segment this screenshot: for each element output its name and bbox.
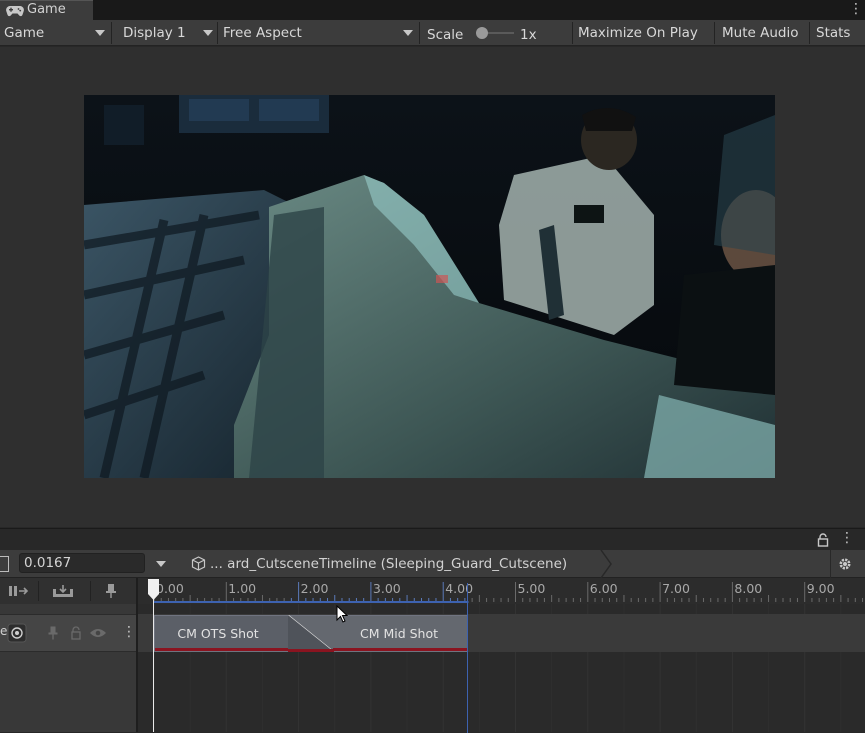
stats-button[interactable]: Stats [816, 20, 850, 46]
chevron-down-icon [95, 30, 105, 36]
toolbar-divider [217, 22, 218, 44]
maximize-on-play-button[interactable]: Maximize On Play [578, 20, 698, 46]
toolbar-divider [809, 22, 810, 44]
ruler-tick-label: 2.00 [300, 581, 329, 596]
game-toolbar: Game Display 1 Free Aspect Scale 1x Maxi… [0, 20, 865, 46]
clip-underline [333, 648, 467, 651]
playhead-line[interactable] [153, 597, 154, 732]
gamepad-icon [6, 6, 24, 17]
lock-icon[interactable] [70, 626, 82, 640]
frame-toggle-icon[interactable] [0, 556, 9, 572]
track-header-cinemachine[interactable]: e ⋮ [0, 614, 137, 652]
pin-icon[interactable] [105, 583, 117, 599]
toolbar-divider [111, 22, 112, 44]
record-target-icon[interactable] [7, 623, 27, 643]
lock-icon[interactable] [817, 533, 829, 547]
eye-icon[interactable] [89, 627, 107, 639]
scale-value: 1x [520, 27, 537, 43]
ruler-tick-label: 7.00 [662, 581, 690, 596]
aspect-dropdown[interactable]: Free Aspect [223, 20, 302, 46]
ruler-tick-label: 3.00 [372, 581, 401, 596]
toolbar-divider [90, 581, 91, 601]
tab-game-label: Game [27, 2, 66, 17]
ruler-tick-label: 5.00 [517, 581, 546, 596]
timeline-header: ⋮ [0, 528, 865, 550]
display-dropdown[interactable]: Display 1 [123, 20, 186, 46]
toolbar-divider [572, 22, 573, 44]
time-field[interactable] [19, 553, 145, 573]
gear-icon[interactable] [838, 557, 852, 571]
chevron-down-icon [203, 30, 213, 36]
scale-label: Scale [427, 27, 464, 43]
ruler-tick-label: 8.00 [734, 581, 763, 596]
toolbar-divider [38, 581, 39, 601]
mode-dropdown[interactable]: Game [4, 20, 44, 46]
ruler-tick-label: 0.00 [156, 581, 184, 596]
toolbar-divider [714, 22, 715, 44]
clip-name: CM Mid Shot [359, 626, 439, 641]
mute-audio-button[interactable]: Mute Audio [722, 20, 798, 46]
mouse-cursor [336, 605, 348, 623]
window-tab-strip [0, 0, 865, 20]
chevron-down-icon[interactable] [156, 561, 166, 567]
pin-icon[interactable] [48, 626, 58, 640]
breadcrumb-arrow-icon [600, 550, 612, 578]
ruler-tick-label: 1.00 [228, 581, 257, 596]
toolbar-divider [419, 22, 420, 44]
toolbar-divider [830, 550, 831, 578]
panel-divider[interactable] [136, 578, 138, 732]
track-menu-icon[interactable]: ⋮ [122, 624, 136, 640]
scale-slider-knob[interactable] [476, 27, 488, 39]
scene-render-image [84, 95, 775, 478]
ruler-tick-label: 9.00 [806, 581, 835, 596]
timeline-asset-icon [191, 556, 206, 571]
ruler-tick-label: 4.00 [445, 581, 474, 596]
chevron-down-icon [403, 30, 413, 36]
timeline-end-marker [467, 583, 468, 733]
timeline-toolbar: ... ard_CutsceneTimeline (Sleeping_Guard… [0, 550, 865, 578]
timeline-menu-icon[interactable]: ⋮ [840, 530, 854, 546]
clip-name: CM OTS Shot [177, 626, 259, 641]
add-track-icon[interactable] [8, 584, 30, 598]
game-render-viewport[interactable] [84, 95, 775, 478]
timeline-breadcrumb[interactable]: ... ard_CutsceneTimeline (Sleeping_Guard… [210, 550, 567, 578]
playhead-handle[interactable] [147, 579, 160, 601]
tab-game[interactable]: Game [0, 0, 93, 20]
blend-region-graphic [288, 615, 334, 652]
ruler-tick-label: 6.00 [589, 581, 618, 596]
expand-tracks-icon[interactable] [52, 584, 74, 598]
tab-menu-icon[interactable]: ⋮ [849, 1, 863, 19]
